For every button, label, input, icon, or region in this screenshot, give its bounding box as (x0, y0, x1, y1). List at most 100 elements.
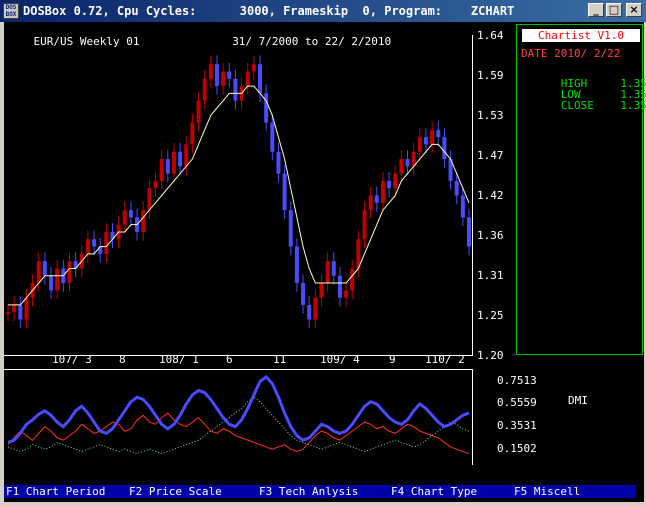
price-bar (85, 239, 90, 254)
dos-screen[interactable]: EUR/US Weekly 01 31/ 7/2000 to 22/ 2/201… (4, 22, 646, 502)
price-bar (368, 195, 373, 211)
price-bar (49, 275, 54, 291)
price-x-tick: 6 (226, 353, 233, 366)
price-bar (344, 290, 349, 298)
price-bar (36, 261, 41, 284)
panel-date: DATE 2010/ 2/22 (521, 47, 621, 60)
price-y-tick: 1.47 (477, 149, 504, 162)
moving-average-line (8, 85, 470, 306)
price-y-tick: 1.64 (477, 29, 504, 42)
window-controls: _ □ × (588, 3, 642, 17)
price-bar (18, 304, 23, 320)
price-y-tick: 1.31 (477, 269, 504, 282)
close-row: CLOSE 1.3500 (521, 89, 646, 122)
price-bar (301, 283, 306, 305)
price-bar (337, 275, 342, 298)
price-bar (319, 283, 324, 298)
price-bar (196, 100, 201, 123)
price-bar (128, 210, 133, 218)
price-x-tick: 107/ 3 (52, 353, 92, 366)
price-bar (423, 137, 428, 145)
price-bar (454, 180, 459, 196)
window-titlebar: DOS BOX DOSBox 0.72, Cpu Cycles: 3000, F… (0, 0, 646, 22)
price-bar (264, 93, 269, 123)
dosbox-app-icon[interactable]: DOS BOX (3, 3, 19, 19)
price-bar (178, 151, 183, 167)
price-bar (399, 159, 404, 174)
price-bar (245, 71, 250, 87)
price-x-tick: 9 (389, 353, 396, 366)
price-bar (325, 261, 330, 284)
window-title: DOSBox 0.72, Cpu Cycles: 3000, Frameskip… (23, 4, 515, 18)
price-bar (67, 261, 72, 284)
price-y-tick: 1.53 (477, 109, 504, 122)
dmi-plus-line (7, 412, 470, 455)
dmi-y-tick: 0.5559 (497, 396, 537, 410)
f1-chart-period-key[interactable]: F1 Chart Period (6, 485, 105, 498)
price-bar (288, 210, 293, 247)
price-bar (294, 246, 299, 284)
dmi-y-tick: 0.3531 (497, 419, 537, 433)
price-bar (270, 122, 275, 152)
price-bar (165, 159, 170, 174)
price-bar (171, 151, 176, 174)
price-bar (153, 180, 158, 189)
close-label: CLOSE (560, 99, 594, 112)
price-bar (467, 217, 471, 247)
dmi-y-tick: 0.1502 (497, 442, 537, 456)
price-bar (258, 64, 263, 94)
price-y-tick: 1.20 (477, 349, 504, 362)
dmi-minus-line (7, 396, 470, 455)
f4-chart-type-key[interactable]: F4 Chart Type (391, 485, 477, 498)
price-bar (374, 195, 379, 203)
price-bar (147, 188, 152, 211)
price-bar (276, 151, 281, 174)
price-bar (221, 71, 226, 87)
price-bar (202, 78, 207, 101)
maximize-button[interactable]: □ (606, 3, 622, 17)
price-bar (442, 137, 447, 160)
dmi-main-line (7, 374, 470, 444)
f2-price-scale-key[interactable]: F2 Price Scale (129, 485, 222, 498)
price-bar (362, 210, 367, 240)
price-x-tick: 109/ 4 (320, 353, 360, 366)
price-bar (122, 210, 127, 225)
price-bar (460, 195, 465, 218)
price-bar (251, 64, 256, 72)
price-bar (190, 122, 195, 145)
price-bar (313, 297, 318, 320)
price-y-tick: 1.42 (477, 189, 504, 202)
price-bar (233, 78, 238, 101)
function-key-bar: F1 Chart Period F2 Price Scale F3 Tech A… (4, 485, 636, 498)
close-button[interactable]: × (626, 3, 642, 17)
price-bar (141, 210, 146, 232)
price-y-tick: 1.25 (477, 309, 504, 322)
price-bar (393, 173, 398, 189)
price-bar (184, 144, 189, 167)
price-bar (55, 268, 60, 291)
price-bar (12, 304, 17, 313)
price-bar (380, 180, 385, 203)
price-bar (104, 231, 109, 254)
price-bar (227, 71, 232, 79)
panel-title: Chartist V1.0 (522, 29, 640, 42)
price-bar (6, 312, 10, 315)
price-bar (430, 129, 435, 145)
close-value: 1.3500 (620, 99, 646, 112)
info-panel: Chartist V1.0 DATE 2010/ 2/22 HIGH 1.350… (516, 24, 646, 355)
minimize-button[interactable]: _ (588, 3, 604, 17)
price-bar (24, 297, 29, 320)
price-bar (350, 268, 355, 291)
price-x-tick: 11 (273, 353, 287, 366)
price-bar (159, 159, 164, 181)
f3-tech-analysis-key[interactable]: F3 Tech Anlysis (259, 485, 358, 498)
price-x-tick: 110/ 2 (425, 353, 465, 366)
price-x-tick: 108/ 1 (159, 353, 199, 366)
price-bar (208, 64, 213, 79)
price-bar (42, 261, 47, 276)
f5-miscell-key[interactable]: F5 Miscell (514, 485, 580, 498)
price-bar (92, 239, 97, 247)
price-bar (331, 261, 336, 276)
price-y-tick: 1.36 (477, 229, 504, 242)
price-bar (307, 304, 312, 320)
